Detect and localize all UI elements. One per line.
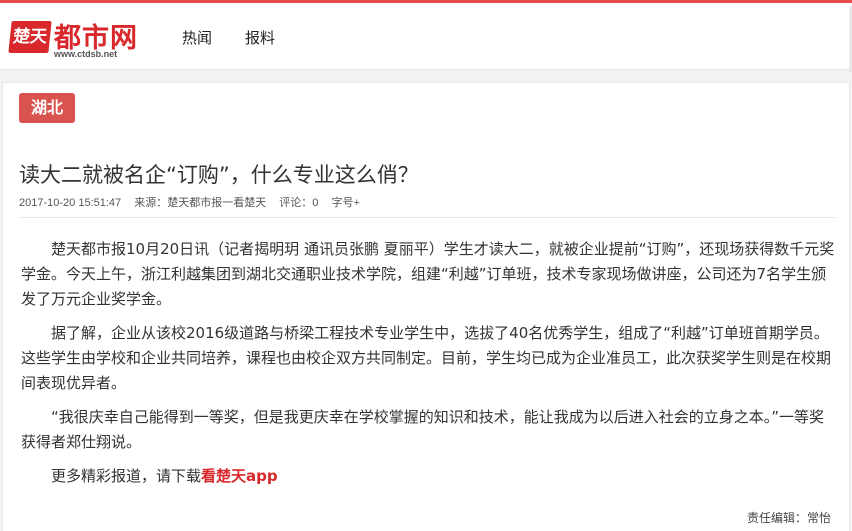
comment-count[interactable]: 评论：0: [279, 197, 318, 209]
title-divider: [19, 217, 835, 218]
more-reports-line: 更多精彩报道，请下载看楚天app: [21, 464, 837, 489]
article-card: 湖北 读大二就被名企“订购”，什么专业这么俏？ 2017-10-20 15:51…: [2, 82, 850, 531]
logo-badge: 楚天: [8, 21, 52, 53]
article-source: 来源：楚天都市报一看楚天: [134, 197, 267, 209]
article-paragraph: 楚天都市报10月20日讯（记者揭明玥 通讯员张鹏 夏丽平）学生才读大二，就被企业…: [21, 240, 835, 308]
site-header: 楚天 都市网 www.ctdsb.net 热闻 报料: [0, 0, 852, 72]
article-body: 楚天都市报10月20日讯（记者揭明玥 通讯员张鹏 夏丽平）学生才读大二，就被企业…: [21, 237, 837, 498]
app-download-link[interactable]: 看楚天app: [201, 467, 278, 485]
font-size-toggle[interactable]: 字号+: [331, 197, 359, 209]
article-title: 读大二就被名企“订购”，什么专业这么俏？: [19, 163, 419, 187]
responsible-editor: 责任编辑：常怡: [746, 511, 831, 525]
more-reports-text: 更多精彩报道，请下载: [51, 467, 202, 485]
nav-hot-news[interactable]: 热闻: [182, 27, 212, 48]
site-logo[interactable]: 楚天 都市网 www.ctdsb.net: [8, 15, 150, 61]
article-meta: 2017-10-20 15:51:47 来源：楚天都市报一看楚天 评论：0 字号…: [19, 194, 370, 210]
nav-report[interactable]: 报料: [245, 27, 275, 48]
article-paragraph: “我很庆幸自己能得到一等奖，但是我更庆幸在学校掌握的知识和技术，能让我成为以后进…: [21, 408, 825, 451]
publish-datetime: 2017-10-20 15:51:47: [19, 197, 122, 209]
category-tag[interactable]: 湖北: [19, 93, 75, 123]
logo-site-url: www.ctdsb.net: [54, 49, 118, 59]
article-paragraph: 据了解，企业从该校2016级道路与桥梁工程技术专业学生中，选拔了40名优秀学生，…: [21, 324, 832, 392]
